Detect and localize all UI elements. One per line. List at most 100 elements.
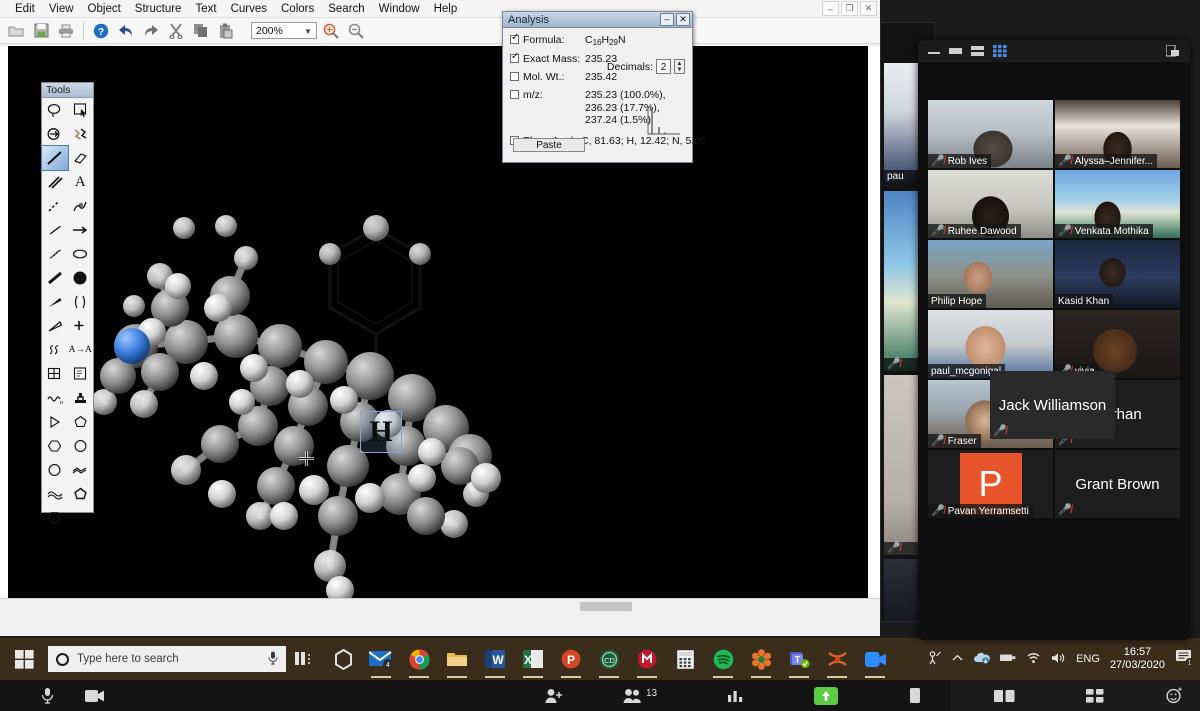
table-tool[interactable] — [42, 362, 68, 386]
polymer-bracket-tool[interactable]: n — [42, 386, 68, 410]
fullscreen-icon[interactable] — [1166, 45, 1180, 57]
formula-checkbox[interactable] — [510, 32, 519, 44]
bold-bond-tool[interactable] — [42, 266, 68, 290]
breakout-rooms-control[interactable] — [1086, 688, 1104, 704]
search-input[interactable]: Type here to search — [48, 646, 286, 672]
menu-help[interactable]: Help — [427, 3, 465, 15]
close-button[interactable]: ✕ — [860, 1, 877, 16]
speaker-view-icon[interactable] — [971, 46, 984, 56]
zoom-in-icon[interactable] — [320, 20, 342, 42]
molecule-canvas[interactable]: H — [8, 46, 868, 612]
hashed-bond-tool[interactable] — [42, 218, 68, 242]
participant-tile-philip-hope[interactable]: Philip Hope — [928, 240, 1053, 308]
tools-grid[interactable]: A A→A n — [41, 98, 94, 530]
mz-checkbox[interactable] — [510, 90, 519, 99]
participant-tile-venkata-mothika[interactable]: 🎤̸ Venkata Mothika — [1055, 170, 1180, 238]
participant-tile-ruhee-dawood[interactable]: 🎤̸ Ruhee Dawood — [928, 170, 1053, 238]
decimals-spinner[interactable]: ▲ ▼ — [674, 59, 685, 74]
menu-object[interactable]: Object — [81, 3, 128, 15]
multiple-bond-tool[interactable] — [42, 170, 68, 194]
participant-tile-vivia[interactable]: 🎤̸ vivia — [1055, 310, 1180, 378]
wifi-icon[interactable] — [1026, 652, 1041, 667]
analysis-close-button[interactable]: ✕ — [676, 13, 690, 26]
cut-icon[interactable] — [165, 20, 187, 42]
cortana-icon[interactable] — [324, 638, 362, 680]
open-icon[interactable] — [5, 20, 27, 42]
analysis-row-formula[interactable]: Formula: C16H29N — [510, 32, 685, 47]
video-control[interactable] — [85, 689, 105, 703]
menu-view[interactable]: View — [42, 3, 81, 15]
participant-tile-rob-ives[interactable]: 🎤̸ Rob Ives — [928, 100, 1053, 168]
copy-icon[interactable] — [190, 20, 212, 42]
stamp-tool[interactable] — [68, 386, 94, 410]
analysis-minimize-button[interactable]: – — [660, 13, 674, 26]
zoom-window-toolbar[interactable] — [918, 40, 1190, 62]
triangle-tool[interactable] — [42, 410, 68, 434]
share-screen-control[interactable] — [814, 686, 839, 705]
reactions-control[interactable] — [1166, 687, 1183, 704]
menu-text[interactable]: Text — [188, 3, 223, 15]
calculator-icon[interactable] — [666, 638, 704, 680]
restore-button[interactable]: ❐ — [841, 1, 858, 16]
word-icon[interactable]: W — [476, 638, 514, 680]
solid-bond-tool[interactable] — [41, 145, 69, 171]
participant-grid[interactable]: 🎤̸ Rob Ives 🎤̸ Alyssa–Jennifer... 🎤̸ Ruh… — [928, 100, 1180, 520]
plus-tool[interactable] — [68, 314, 94, 338]
decimals-control[interactable]: Decimals: 2 ▲ ▼ — [607, 59, 685, 74]
decimals-input[interactable]: 2 — [656, 59, 671, 74]
participant-tile-kasid-khan[interactable]: Kasid Khan — [1055, 240, 1180, 308]
cyclopentane-tool[interactable] — [68, 410, 94, 434]
paste-button[interactable]: Paste — [513, 137, 585, 152]
zoom-meeting-window[interactable]: 🎤̸ Rob Ives 🎤̸ Alyssa–Jennifer... 🎤̸ Ruh… — [918, 40, 1190, 640]
help-icon[interactable]: ? — [90, 20, 112, 42]
text-tool[interactable]: A — [68, 170, 94, 194]
menu-colors[interactable]: Colors — [274, 3, 321, 15]
redo-icon[interactable] — [140, 20, 162, 42]
orbital-tool[interactable] — [68, 242, 94, 266]
mail-icon[interactable]: 4 — [362, 638, 400, 680]
drawing-canvas-area[interactable]: H — [0, 46, 880, 613]
participants-control[interactable]: 13 — [623, 688, 657, 704]
analysis-dialog[interactable]: Analysis – ✕ Formula: C16H29N Exact Mass… — [502, 11, 706, 163]
excel-icon[interactable]: X — [514, 638, 552, 680]
template-tool[interactable] — [68, 362, 94, 386]
chemdraw-icon[interactable]: CD — [590, 638, 628, 680]
onedrive-icon[interactable] — [973, 652, 990, 667]
selected-atom-label[interactable]: H — [360, 411, 402, 453]
lasso-tool[interactable] — [42, 98, 68, 122]
polls-control[interactable] — [727, 688, 744, 703]
wedge-bond-tool[interactable] — [42, 290, 68, 314]
chevron-up-icon[interactable] — [952, 653, 963, 665]
menu-curves[interactable]: Curves — [224, 3, 274, 15]
chemdraw-toolbar[interactable]: ? 200% ▼ — [0, 18, 880, 44]
scrollbar-thumb[interactable] — [580, 602, 632, 611]
windows-taskbar[interactable]: Type here to search 4 W X P CD T ENG 16:… — [0, 638, 1200, 680]
chemdraw-window[interactable]: Edit View Object Structure Text Curves C… — [0, 0, 880, 636]
participant-tile-alyssa-jennifer[interactable]: 🎤̸ Alyssa–Jennifer... — [1055, 100, 1180, 168]
zoom-control-bar[interactable]: 13 — [0, 680, 1182, 711]
cyclopentane-filled-tool[interactable] — [68, 482, 94, 506]
marquee-select-tool[interactable] — [68, 98, 94, 122]
dashed-bond-tool[interactable] — [42, 194, 68, 218]
clock[interactable]: 16:57 27/03/2020 — [1110, 646, 1165, 672]
participant-tile-jack-williamson[interactable]: Jack Williamson 🎤̸ — [990, 371, 1115, 439]
cyclohexane-tool[interactable] — [42, 434, 68, 458]
minimize-button[interactable]: – — [822, 1, 839, 16]
exact-mass-checkbox[interactable] — [510, 51, 519, 63]
chair-alt-tool[interactable] — [42, 482, 68, 506]
hollow-wedge-tool[interactable] — [42, 314, 68, 338]
save-icon[interactable] — [30, 20, 52, 42]
mol-weight-checkbox[interactable] — [510, 72, 519, 81]
powerpoint-icon[interactable]: P — [552, 638, 590, 680]
analysis-dialog-titlebar[interactable]: Analysis – ✕ — [503, 12, 692, 28]
chain-tool[interactable] — [68, 122, 94, 146]
cyclopentane-ring-tool[interactable] — [68, 434, 94, 458]
gallery-view-icon[interactable] — [993, 45, 1007, 57]
photos-icon[interactable] — [742, 638, 780, 680]
tools-palette[interactable]: Tools A A→A n — [41, 82, 94, 524]
participant-tile-paul-mcgonigal[interactable]: paul_mcgonigal — [928, 310, 1053, 378]
spotify-icon[interactable] — [704, 638, 742, 680]
eraser-tool[interactable] — [68, 146, 94, 170]
horizontal-scrollbar[interactable] — [0, 598, 880, 613]
teams-icon[interactable]: T — [780, 638, 818, 680]
